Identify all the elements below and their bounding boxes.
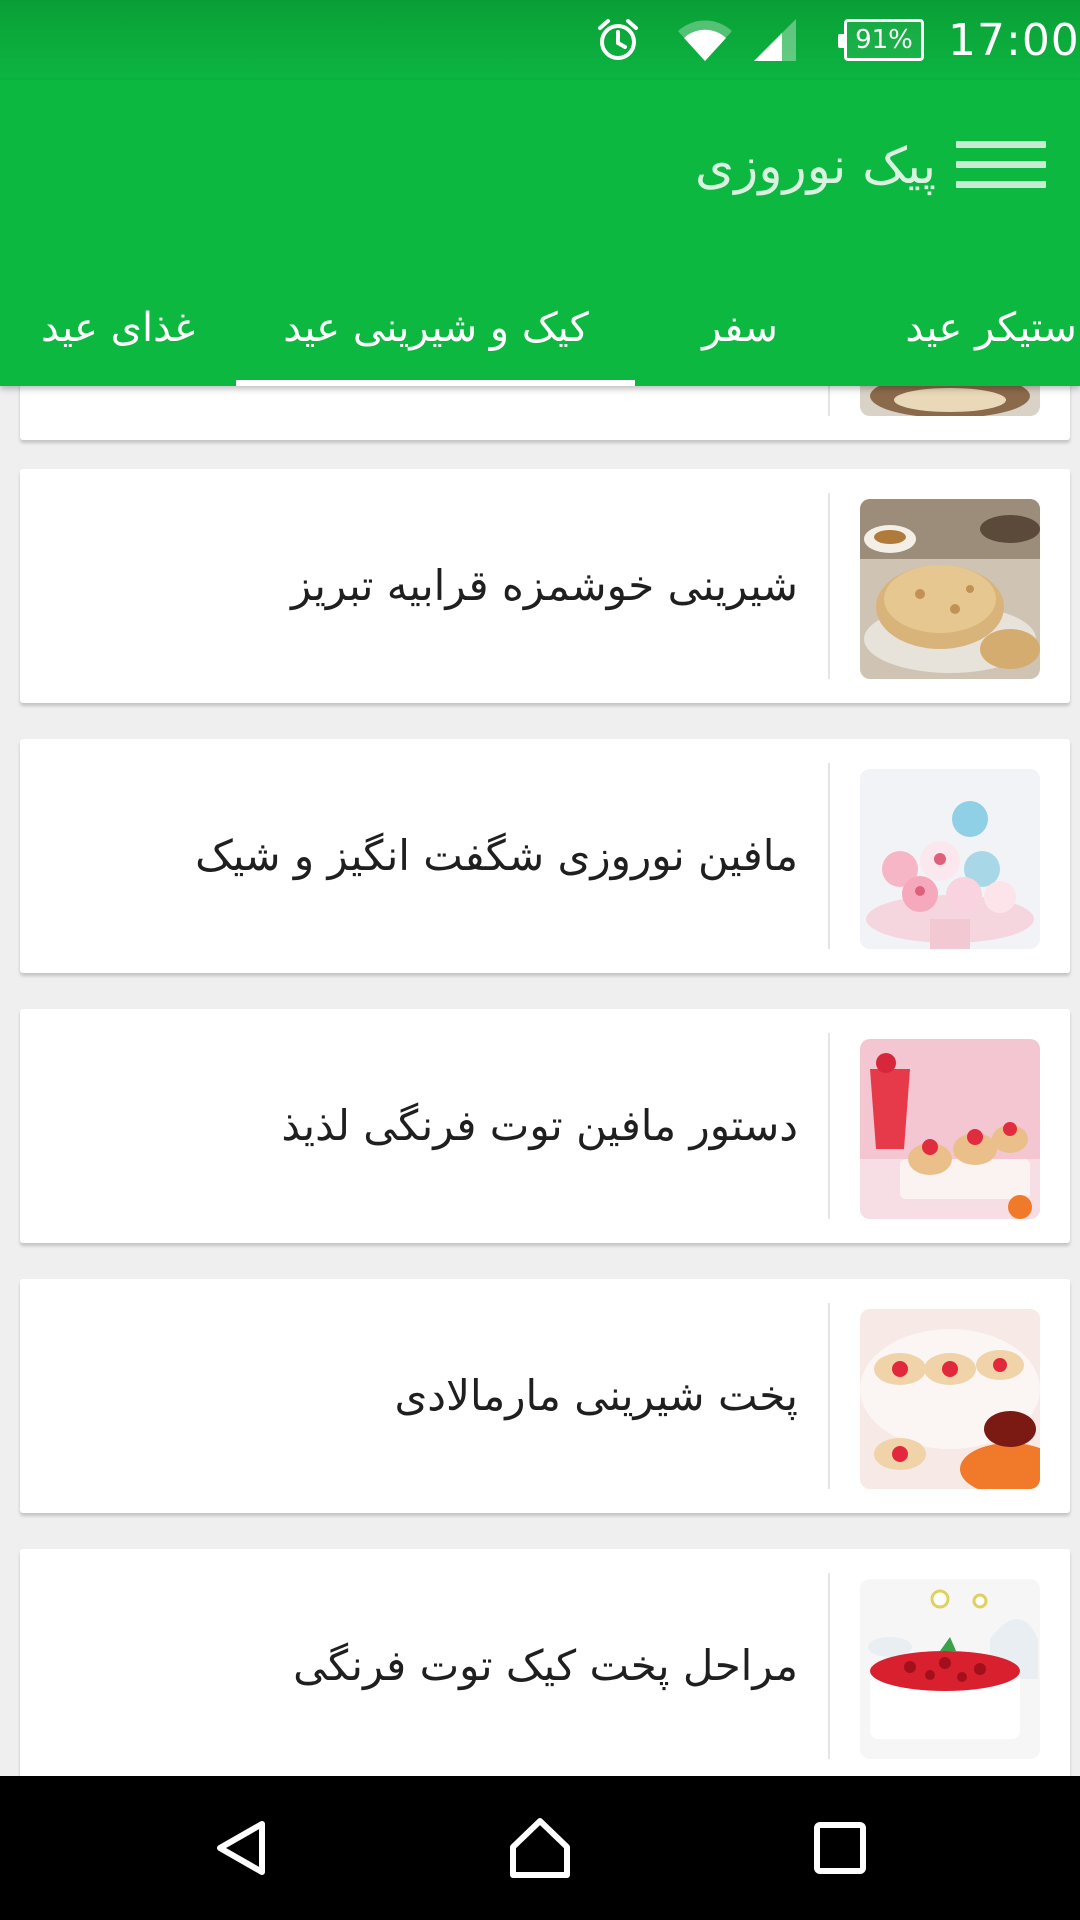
home-icon[interactable]	[468, 1776, 612, 1920]
recent-apps-icon[interactable]	[768, 1776, 912, 1920]
battery-percent: 91%	[838, 19, 924, 61]
recipe-title: شیرینی خوشمزه قرابیه تبریز	[291, 561, 798, 610]
recipe-title: مراحل پخت کیک توت فرنگی	[293, 1641, 798, 1690]
wifi-icon	[676, 0, 734, 80]
card-divider	[828, 1573, 830, 1759]
recipe-thumbnail	[860, 499, 1040, 679]
recipe-thumbnail	[860, 386, 1040, 416]
app-bar: پیک نوروزی استیکر عید سفر کیک و شیرینی ع…	[0, 80, 1080, 386]
card-divider	[828, 763, 830, 949]
tab-cakes-and-sweets[interactable]: کیک و شیرینی عید	[236, 270, 636, 386]
back-icon[interactable]	[170, 1776, 314, 1920]
recipe-list[interactable]: شیرینی خوشمزه قرابیه تبریز مافین نوروزی …	[0, 386, 1080, 1776]
system-navigation-bar	[0, 1776, 1080, 1920]
app-title: پیک نوروزی	[695, 137, 936, 195]
list-item[interactable]: مراحل پخت کیک توت فرنگی	[20, 1549, 1070, 1776]
recipe-thumbnail	[860, 1579, 1040, 1759]
card-divider	[828, 386, 830, 416]
list-item[interactable]	[20, 386, 1070, 440]
card-divider	[828, 1303, 830, 1489]
alarm-icon	[594, 0, 642, 80]
tab-eid-stickers[interactable]: استیکر عید	[872, 270, 1080, 386]
recipe-title: مافین نوروزی شگفت انگیز و شیک	[195, 831, 798, 880]
card-divider	[828, 493, 830, 679]
clock: 17:00	[948, 14, 1080, 66]
list-item[interactable]: شیرینی خوشمزه قرابیه تبریز	[20, 469, 1070, 703]
hamburger-menu-icon[interactable]	[956, 128, 1046, 200]
status-bar: 91% 17:00	[0, 0, 1080, 80]
card-divider	[828, 1033, 830, 1219]
selected-tab-indicator	[236, 380, 635, 386]
recipe-thumbnail	[860, 1309, 1040, 1489]
list-item[interactable]: دستور مافین توت فرنگی لذیذ	[20, 1009, 1070, 1243]
recipe-title: پخت شیرینی مارمالادی	[394, 1371, 798, 1420]
list-item[interactable]: مافین نوروزی شگفت انگیز و شیک	[20, 739, 1070, 973]
list-item[interactable]: پخت شیرینی مارمالادی	[20, 1279, 1070, 1513]
recipe-title: دستور مافین توت فرنگی لذیذ	[281, 1101, 798, 1150]
signal-icon	[752, 0, 798, 80]
recipe-thumbnail	[860, 769, 1040, 949]
tab-travel[interactable]: سفر	[640, 270, 840, 386]
battery-indicator: 91%	[838, 0, 924, 80]
tab-eid-food[interactable]: غذای عید	[0, 270, 236, 386]
recipe-thumbnail	[860, 1039, 1040, 1219]
category-tabs: استیکر عید سفر کیک و شیرینی عید غذای عید	[0, 270, 1080, 386]
